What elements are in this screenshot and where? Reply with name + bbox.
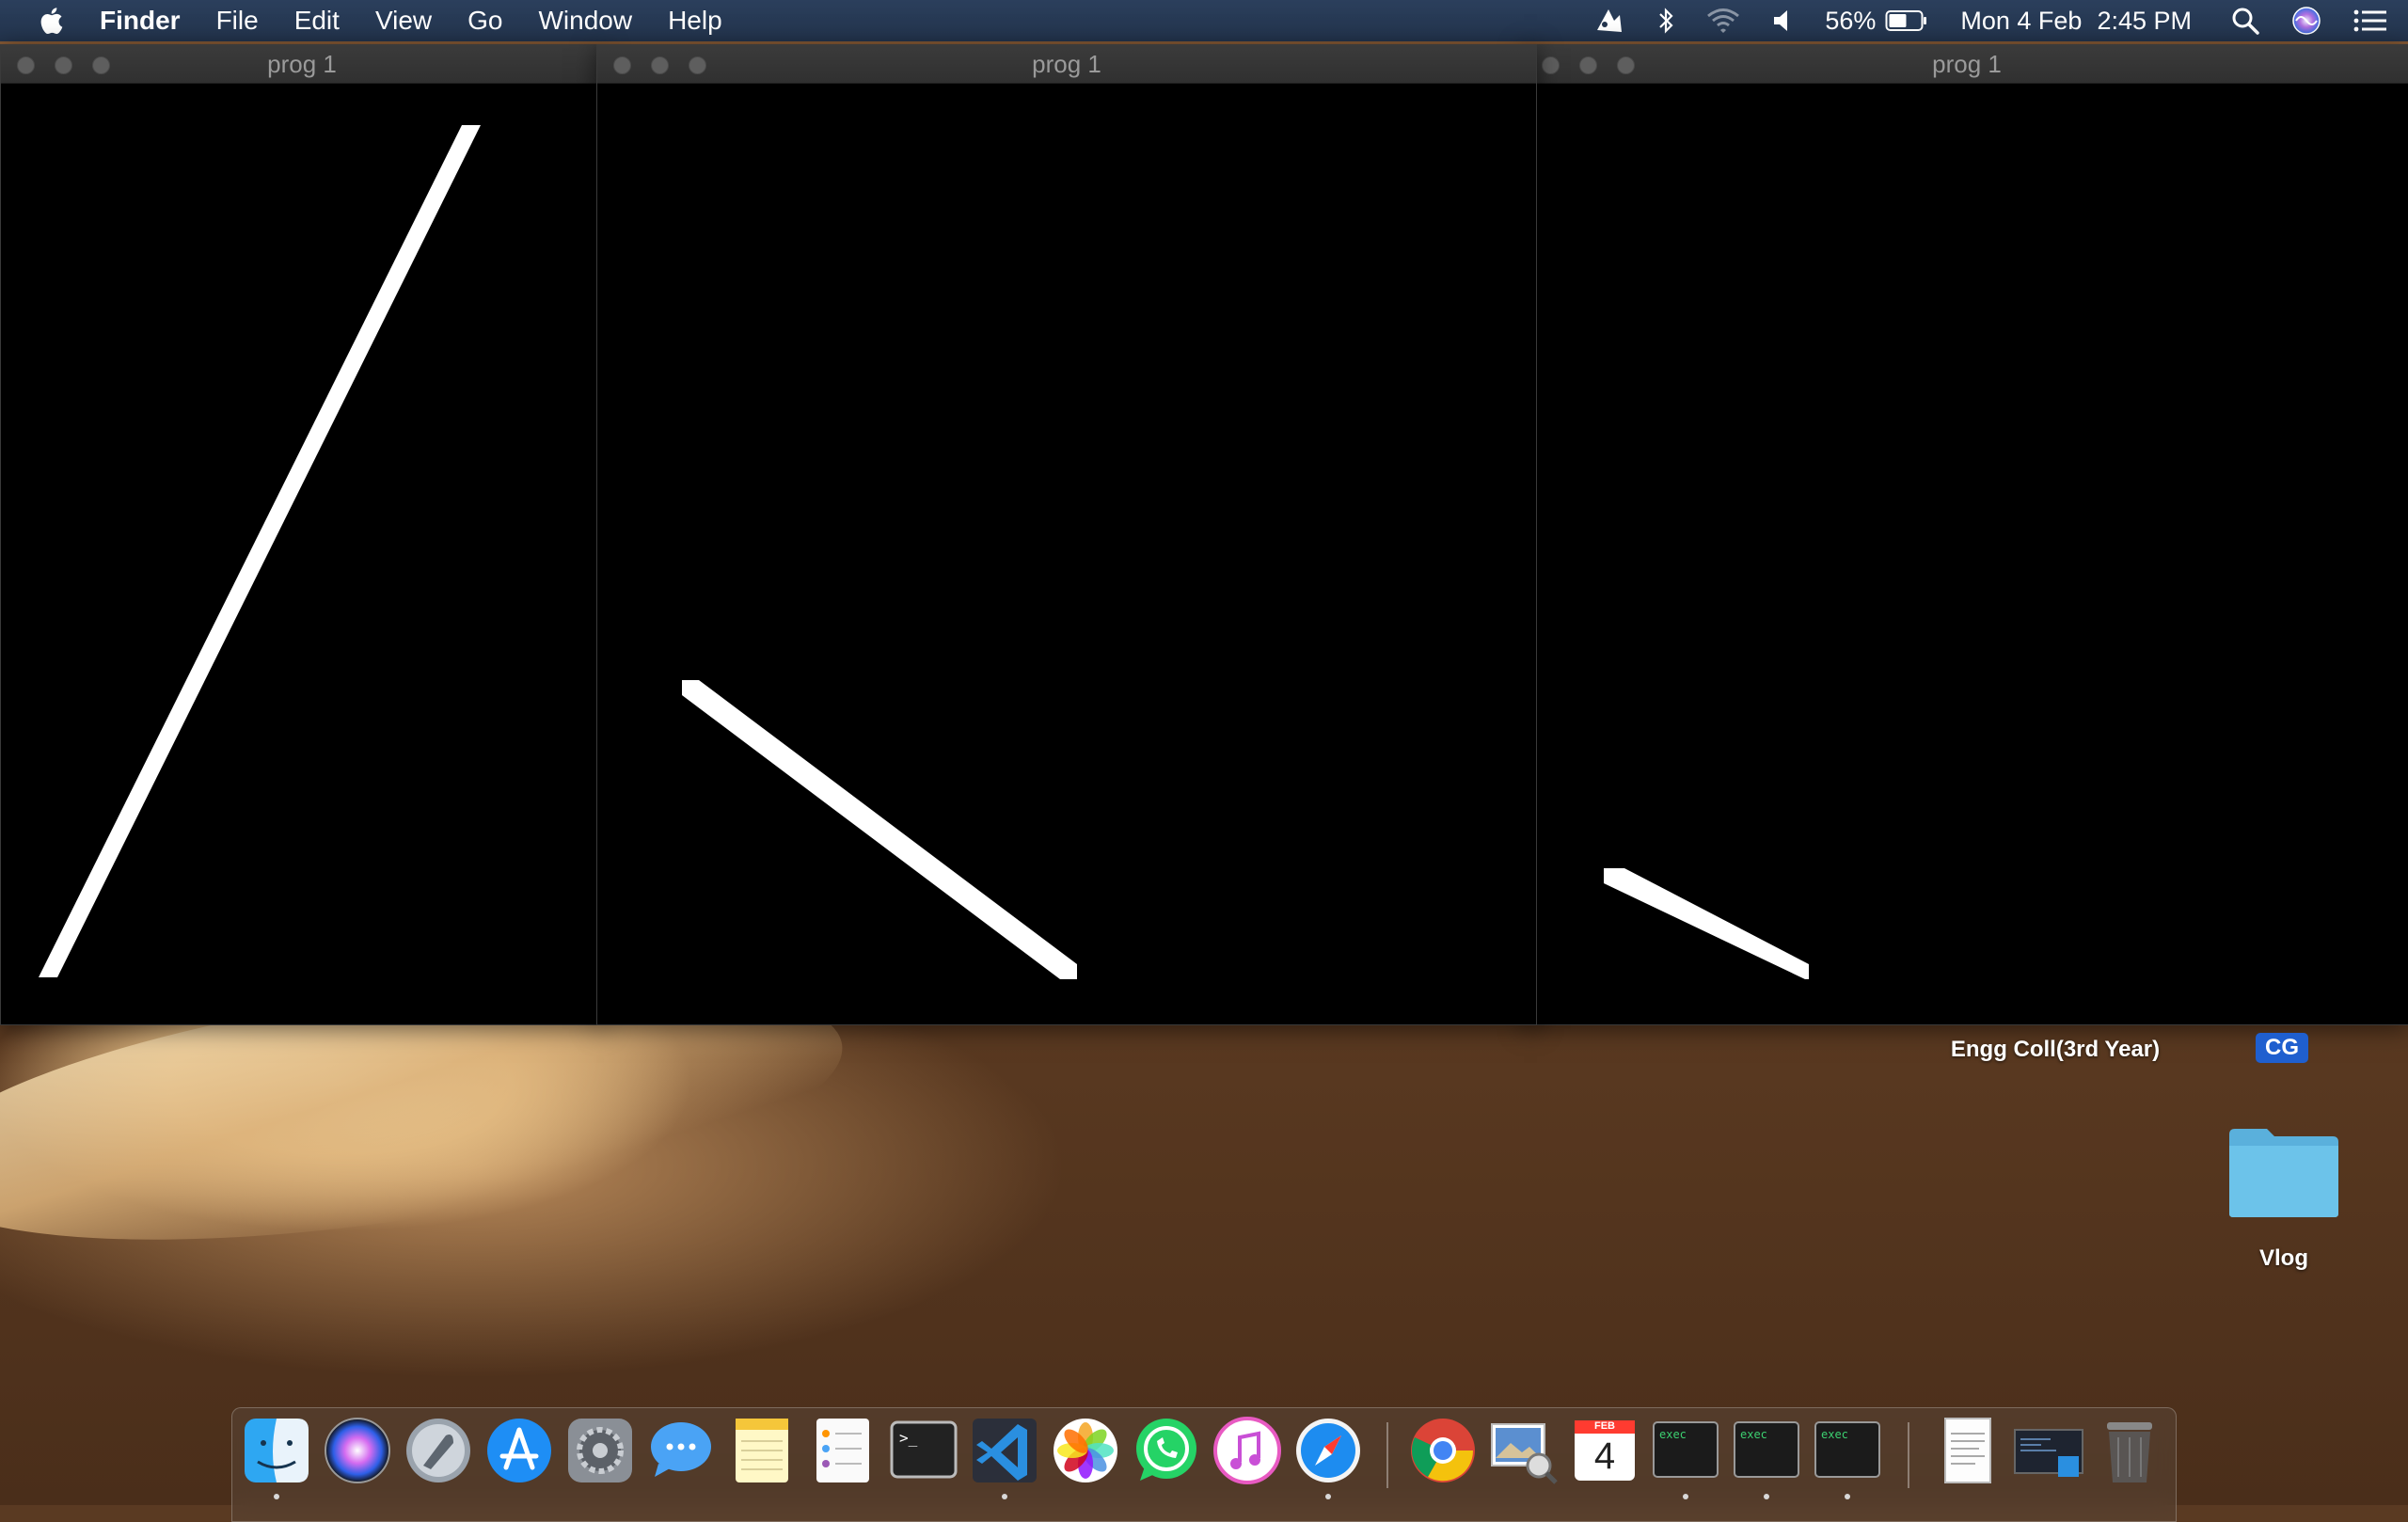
menubar-clock[interactable]: 2:45 PM xyxy=(2097,7,2192,36)
menu-edit[interactable]: Edit xyxy=(294,6,340,36)
folder-icon[interactable] xyxy=(2227,1125,2340,1219)
desktop-item-vlog[interactable]: Vlog xyxy=(2227,1245,2340,1272)
exec-label: exec xyxy=(1659,1428,1687,1441)
exec-icon[interactable]: exec xyxy=(1650,1415,1721,1486)
wifi-icon[interactable] xyxy=(1706,8,1740,34)
svg-text:>_: >_ xyxy=(899,1429,918,1447)
menu-window[interactable]: Window xyxy=(538,6,632,36)
calendar-icon[interactable]: FEB 4 xyxy=(1569,1415,1640,1486)
menu-bar: Finder File Edit View Go Window Help 56%… xyxy=(0,0,2408,41)
accessibility-status-icon[interactable] xyxy=(1593,6,1625,36)
window-prog1-c[interactable]: prog 1 xyxy=(1524,44,2408,1025)
reminders-icon[interactable] xyxy=(807,1415,879,1486)
whatsapp-icon[interactable] xyxy=(1131,1415,1202,1486)
volume-icon[interactable] xyxy=(1772,8,1793,33)
dock-separator xyxy=(1386,1422,1388,1488)
canvas-svg xyxy=(1604,868,1809,979)
bluetooth-icon[interactable] xyxy=(1657,6,1674,36)
dock-separator xyxy=(1908,1422,1909,1488)
running-indicator xyxy=(274,1494,279,1499)
window-titlebar[interactable]: prog 1 xyxy=(1,45,603,84)
notes-icon[interactable] xyxy=(726,1415,798,1486)
running-indicator xyxy=(1325,1494,1331,1499)
system-preferences-icon[interactable] xyxy=(564,1415,636,1486)
vscode-icon[interactable] xyxy=(969,1415,1040,1486)
finder-icon[interactable] xyxy=(241,1415,312,1486)
preview-icon[interactable] xyxy=(1488,1415,1560,1486)
running-indicator xyxy=(1683,1494,1688,1499)
exec-label: exec xyxy=(1740,1428,1767,1441)
drawn-line xyxy=(1604,868,1809,979)
calendar-day: 4 xyxy=(1593,1435,1616,1477)
window-titlebar[interactable]: prog 1 xyxy=(1525,45,2408,84)
document-icon[interactable] xyxy=(1932,1415,2004,1486)
exec-icon[interactable]: exec xyxy=(1731,1415,1802,1486)
messages-icon[interactable] xyxy=(645,1415,717,1486)
chrome-icon[interactable] xyxy=(1407,1415,1479,1486)
terminal-icon[interactable]: >_ xyxy=(888,1415,959,1486)
drawing-canvas xyxy=(1,84,603,1024)
launchpad-icon[interactable] xyxy=(403,1415,474,1486)
window-title: prog 1 xyxy=(267,50,337,78)
menubar-date[interactable]: Mon 4 Feb xyxy=(1960,7,2082,36)
running-indicator xyxy=(1764,1494,1769,1499)
window-title: prog 1 xyxy=(1032,50,1101,78)
drawing-canvas xyxy=(1525,84,2408,1024)
menu-app-name[interactable]: Finder xyxy=(100,6,181,36)
menu-view[interactable]: View xyxy=(375,6,432,36)
app-store-icon[interactable] xyxy=(483,1415,555,1486)
drawn-line xyxy=(39,125,481,977)
photos-icon[interactable] xyxy=(1050,1415,1121,1486)
window-prog1-b[interactable]: prog 1 xyxy=(596,44,1537,1025)
itunes-icon[interactable] xyxy=(1212,1415,1283,1486)
spotlight-search-icon[interactable] xyxy=(2231,7,2259,35)
running-indicator xyxy=(1845,1494,1850,1499)
apple-menu-icon[interactable] xyxy=(34,6,71,36)
screenshot-icon[interactable] xyxy=(2013,1415,2084,1486)
exec-icon[interactable]: exec xyxy=(1812,1415,1883,1486)
siri-icon[interactable] xyxy=(322,1415,393,1486)
desktop-item-cg[interactable]: CG xyxy=(2256,1033,2308,1063)
window-titlebar[interactable]: prog 1 xyxy=(597,45,1536,84)
canvas-svg xyxy=(39,125,481,977)
running-indicator xyxy=(1002,1494,1007,1499)
window-title: prog 1 xyxy=(1932,50,2002,78)
menu-go[interactable]: Go xyxy=(467,6,502,36)
battery-percent: 56% xyxy=(1825,6,1877,35)
safari-icon[interactable] xyxy=(1292,1415,1364,1486)
trash-icon[interactable] xyxy=(2094,1415,2165,1486)
exec-label: exec xyxy=(1821,1428,1848,1441)
notification-center-icon[interactable] xyxy=(2353,8,2387,33)
drawing-canvas xyxy=(597,84,1536,1024)
menu-help[interactable]: Help xyxy=(668,6,722,36)
window-prog1-a[interactable]: prog 1 xyxy=(0,44,604,1025)
calendar-month: FEB xyxy=(1594,1420,1615,1432)
menu-file[interactable]: File xyxy=(216,6,259,36)
battery-icon[interactable] xyxy=(1885,9,1928,32)
desktop-item-engg-coll[interactable]: Engg Coll(3rd Year) xyxy=(1947,1035,2163,1065)
siri-menubar-icon[interactable] xyxy=(2291,6,2321,36)
drawn-line xyxy=(682,680,1077,979)
canvas-svg xyxy=(682,680,1077,979)
